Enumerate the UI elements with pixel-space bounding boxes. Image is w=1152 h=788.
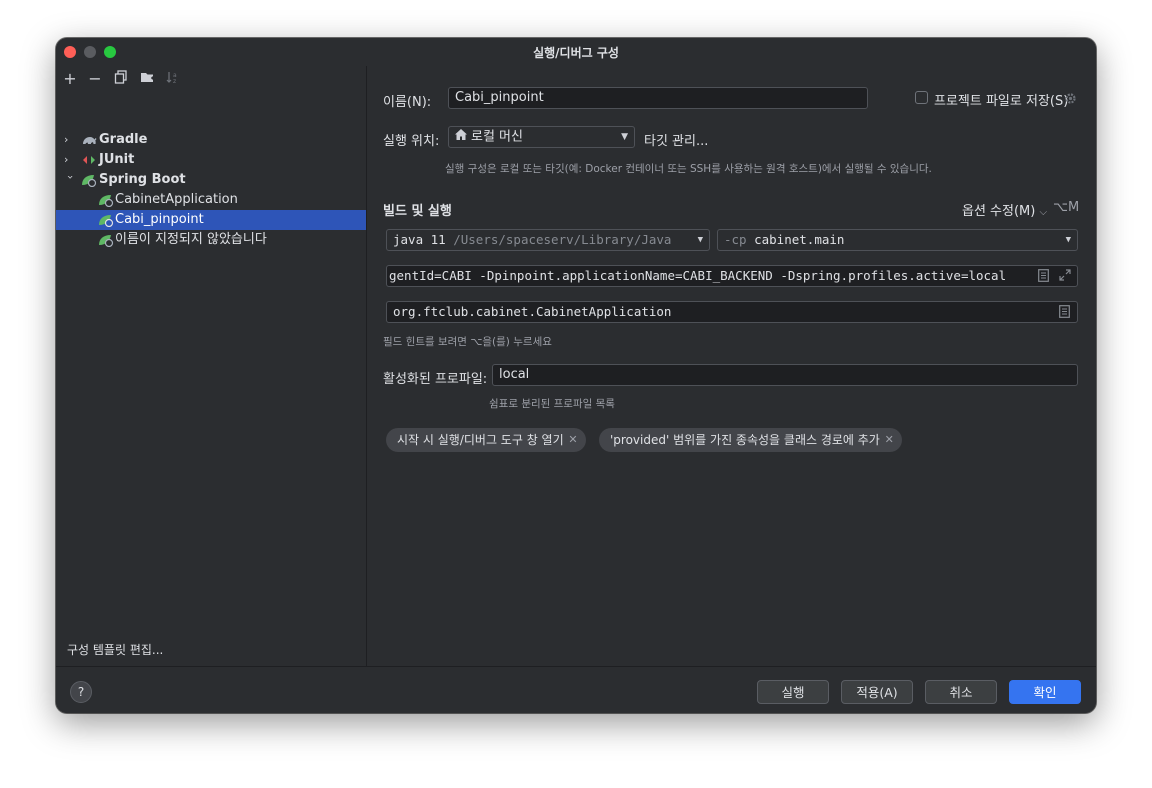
run-button[interactable]: 실행 — [757, 680, 829, 704]
tree-item-cabi-pinpoint[interactable]: Cabi_pinpoint — [56, 210, 366, 230]
vm-options-value: gentId=CABI -Dpinpoint.applicationName=C… — [389, 268, 1007, 283]
name-input[interactable]: Cabi_pinpoint — [448, 87, 868, 109]
folder-add-icon[interactable] — [139, 70, 155, 88]
close-icon[interactable]: ✕ — [885, 428, 894, 452]
run-on-hint: 실행 구성은 로컬 또는 타깃(예: Docker 컨테이너 또는 SSH를 사… — [445, 163, 932, 175]
field-hint: 필드 힌트를 보려면 ⌥을(를) 누르세요 — [383, 336, 552, 348]
run-on-value: 로컬 머신 — [471, 129, 523, 145]
tree-item-junit[interactable]: › JUnit — [56, 150, 366, 170]
tree-item-label: Spring Boot — [99, 172, 186, 187]
tree-item-label: 이름이 지정되지 않았습니다 — [115, 232, 267, 247]
spring-boot-icon — [98, 233, 114, 248]
jre-version: java 11 — [393, 232, 446, 247]
chevron-down-icon[interactable]: › — [60, 175, 80, 185]
chevron-down-icon: ⌵ — [1039, 207, 1048, 218]
copy-icon[interactable] — [113, 70, 129, 88]
jre-select[interactable]: java 11 /Users/spaceserv/Library/Java ▼ — [386, 229, 710, 251]
name-label: 이름(N): — [383, 95, 432, 110]
classpath-module: cabinet.main — [754, 232, 845, 247]
modify-options-shortcut: ⌥M — [1053, 200, 1080, 215]
configuration-form: 이름(N): Cabi_pinpoint 프로젝트 파일로 저장(S) 실행 위… — [367, 66, 1096, 667]
sort-icon[interactable]: az — [165, 70, 181, 88]
expand-icon[interactable] — [1059, 269, 1071, 285]
dropdown-arrow-icon: ▼ — [1065, 235, 1071, 245]
ok-button[interactable]: 확인 — [1009, 680, 1081, 704]
manage-targets-link[interactable]: 타깃 관리... — [644, 130, 708, 149]
active-profiles-input[interactable]: local — [492, 364, 1078, 386]
spring-boot-icon — [98, 213, 114, 228]
dropdown-arrow-icon: ▼ — [621, 132, 628, 142]
apply-button[interactable]: 적용(A) — [841, 680, 913, 704]
chip-label: 'provided' 범위를 가진 종속성을 클래스 경로에 추가 — [610, 433, 880, 447]
chevron-right-icon[interactable]: › — [64, 130, 74, 150]
tree-item-label: CabinetApplication — [115, 192, 238, 207]
tree-item-unnamed[interactable]: 이름이 지정되지 않았습니다 — [56, 230, 366, 250]
tree-item-label: Cabi_pinpoint — [115, 212, 204, 227]
document-icon[interactable] — [1038, 269, 1049, 286]
tree-item-label: Gradle — [99, 132, 148, 147]
spring-boot-icon — [98, 193, 114, 208]
store-project-file-checkbox[interactable] — [915, 91, 928, 104]
gear-icon[interactable] — [1064, 92, 1077, 109]
modify-options-label: 옵션 수정(M) — [962, 204, 1036, 219]
option-chip[interactable]: 'provided' 범위를 가진 종속성을 클래스 경로에 추가 ✕ — [599, 428, 902, 452]
chevron-right-icon[interactable]: › — [64, 150, 74, 170]
store-project-file-label: 프로젝트 파일로 저장(S) — [934, 94, 1069, 109]
close-icon[interactable]: ✕ — [568, 428, 577, 452]
main-class-input[interactable]: org.ftclub.cabinet.CabinetApplication — [386, 301, 1078, 323]
edit-templates-link[interactable]: 구성 템플릿 편집... — [67, 641, 163, 658]
svg-text:z: z — [173, 78, 176, 84]
junit-icon — [81, 153, 97, 167]
build-run-section-title: 빌드 및 실행 — [383, 204, 452, 219]
tree-item-label: JUnit — [99, 152, 135, 167]
title-bar: 실행/디버그 구성 — [56, 38, 1096, 66]
classpath-select[interactable]: -cp cabinet.main ▼ — [717, 229, 1078, 251]
option-chip[interactable]: 시작 시 실행/디버그 도구 창 열기 ✕ — [386, 428, 586, 452]
main-class-value: org.ftclub.cabinet.CabinetApplication — [393, 304, 672, 319]
run-debug-config-window: 실행/디버그 구성 + − az › Gradle › JUnit › Spri… — [56, 38, 1096, 713]
active-profiles-hint: 쉼표로 분리된 프로파일 목록 — [489, 398, 615, 410]
tree-item-gradle[interactable]: › Gradle — [56, 130, 366, 150]
run-on-select[interactable]: 로컬 머신 ▼ — [448, 126, 635, 148]
tree-item-spring-boot[interactable]: › Spring Boot — [56, 170, 366, 190]
add-icon[interactable]: + — [62, 70, 78, 88]
spring-boot-icon — [81, 173, 97, 188]
dropdown-arrow-icon: ▼ — [694, 230, 703, 250]
cancel-button[interactable]: 취소 — [925, 680, 997, 704]
tree-item-cabinetapplication[interactable]: CabinetApplication — [56, 190, 366, 210]
help-button[interactable]: ? — [70, 681, 92, 703]
run-on-label: 실행 위치: — [383, 134, 440, 149]
document-icon[interactable] — [1059, 305, 1070, 322]
chip-label: 시작 시 실행/디버그 도구 창 열기 — [397, 433, 564, 447]
active-profiles-label: 활성화된 프로파일: — [383, 372, 488, 387]
remove-icon[interactable]: − — [87, 70, 103, 88]
modify-options-link[interactable]: 옵션 수정(M) ⌵ — [962, 200, 1047, 219]
home-icon — [455, 127, 467, 147]
window-title: 실행/디버그 구성 — [533, 46, 619, 60]
jre-path: /Users/spaceserv/Library/Java — [453, 232, 672, 247]
vm-options-input[interactable]: gentId=CABI -Dpinpoint.applicationName=C… — [386, 265, 1078, 287]
configurations-tree-pane: + − az › Gradle › JUnit › Spring Boot Ca… — [56, 66, 367, 667]
gradle-icon — [81, 133, 97, 147]
classpath-prefix: -cp — [724, 232, 747, 247]
